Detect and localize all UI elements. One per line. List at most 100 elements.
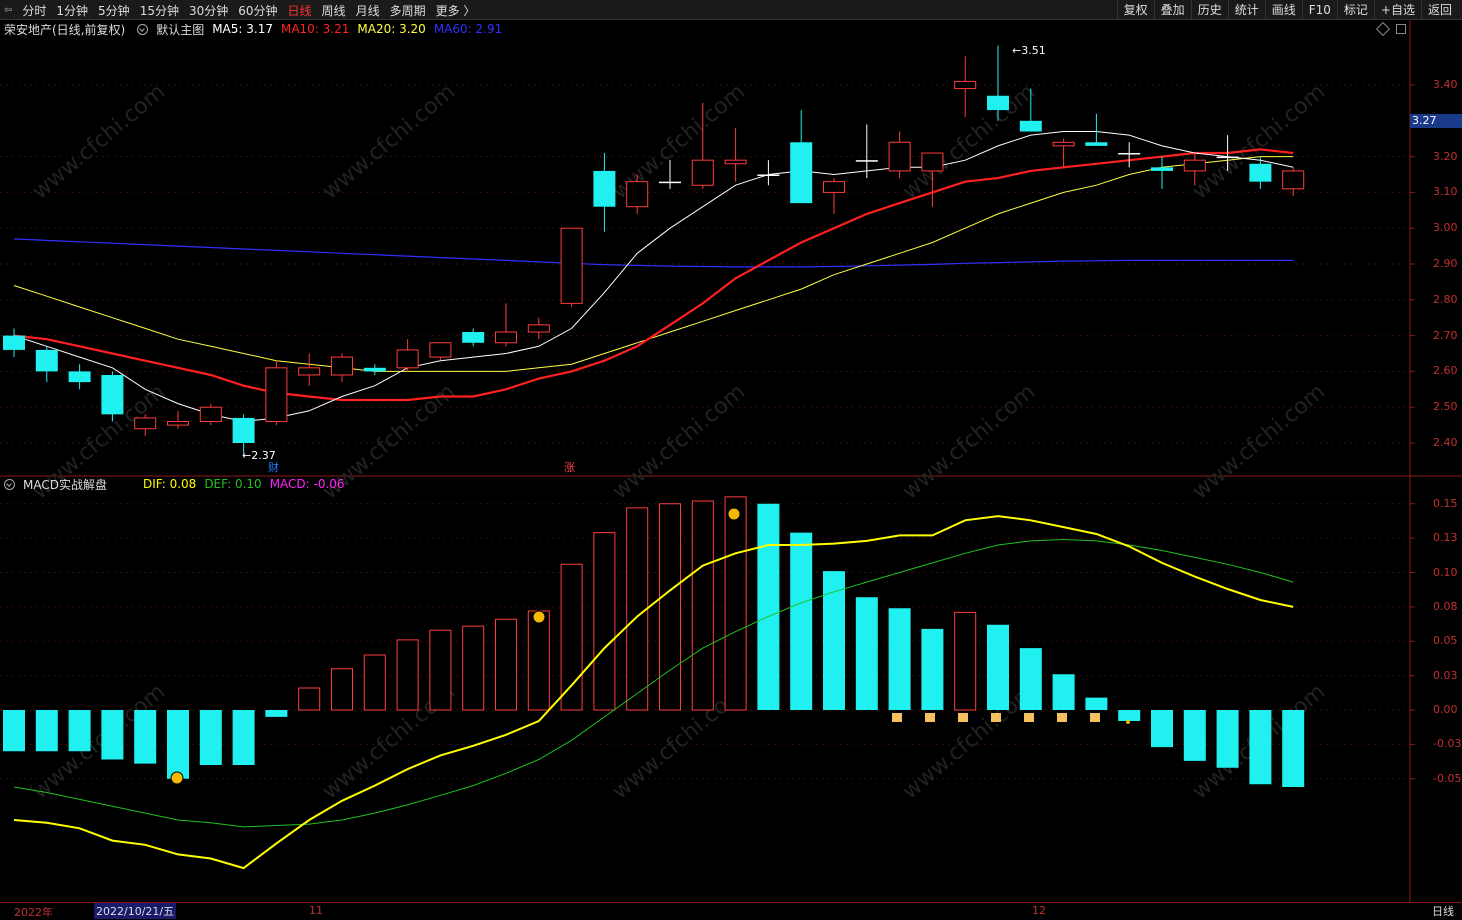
watermark: www.cfchi.com <box>898 379 1040 504</box>
candle-body <box>232 417 255 443</box>
watermark: www.cfchi.com <box>608 379 750 504</box>
month-tick: 12 <box>1032 904 1046 917</box>
macd-bar <box>757 503 780 710</box>
macd-bar <box>855 597 878 710</box>
chevron-down-icon[interactable] <box>137 23 149 35</box>
macd-bar <box>987 624 1009 710</box>
macd-tick-label: 0.03 <box>1433 668 1458 682</box>
price-tick-label: 3.20 <box>1433 149 1458 163</box>
candle-body <box>626 181 649 208</box>
sell-flag-icon <box>1090 713 1100 722</box>
macd-bar <box>1085 697 1108 710</box>
stock-name[interactable]: 荣安地产(日线,前复权) <box>0 21 125 38</box>
candle-body <box>3 335 25 350</box>
candle-body <box>68 371 91 383</box>
ma20-value: MA20: 3.20 <box>357 22 426 36</box>
price-tick-label: 2.50 <box>1433 400 1458 414</box>
macd-bar <box>199 710 222 765</box>
macd-bar <box>298 687 321 711</box>
sell-flag-icon <box>1057 713 1067 722</box>
macd-bar <box>265 710 288 717</box>
date-axis: 2022年 2022/10/21/五 11 12 日线 <box>0 902 1462 919</box>
candle-body <box>888 141 911 172</box>
sell-flag-icon <box>892 713 902 722</box>
candle-body <box>1216 156 1239 159</box>
candle-body <box>987 95 1009 111</box>
price-tick-label: 2.60 <box>1433 364 1458 378</box>
candle-body <box>331 356 353 376</box>
macd-bar <box>1249 710 1272 785</box>
price-tick-label: 3.10 <box>1433 185 1458 199</box>
def-value: DEF: 0.10 <box>204 477 262 491</box>
macd-bar <box>1183 710 1206 761</box>
candle-body <box>855 160 878 162</box>
def-line <box>13 538 1294 828</box>
current-price-tag: 3.27 <box>1410 114 1462 128</box>
ma10-value: MA10: 3.21 <box>280 22 350 36</box>
candle-body <box>167 421 189 426</box>
candle-body <box>462 332 485 343</box>
price-tick-label: 2.70 <box>1433 328 1458 342</box>
candle-body <box>1052 141 1075 147</box>
main-chart-header: 荣安地产(日线,前复权) 默认主图 MA5: 3.17 MA10: 3.21 M… <box>0 21 502 37</box>
candle-body <box>593 170 616 207</box>
macd-tick-label: 0.08 <box>1433 599 1458 613</box>
watermark: www.cfchi.com <box>1188 379 1330 504</box>
macd-tick-label: -0.05 <box>1433 771 1462 785</box>
macd-bar <box>1052 674 1075 710</box>
macd-header: MACD实战解盘 DIF: 0.08 DEF: 0.10 MACD: -0.06 <box>0 476 345 492</box>
kline-chart-canvas[interactable]: www.cfchi.com www.cfchi.com www.cfchi.com w… <box>0 0 1462 917</box>
indicator-name[interactable]: MACD实战解盘 <box>23 476 107 493</box>
ma10-line <box>13 148 1294 402</box>
macd-tick-label: 0.10 <box>1433 565 1458 579</box>
candle-body <box>527 324 550 333</box>
candle-body <box>560 227 583 304</box>
month-tick: 11 <box>309 904 323 917</box>
sell-flag-icon <box>991 713 1001 722</box>
macd-bar <box>68 710 91 752</box>
macd-bar <box>331 668 353 711</box>
macd-bar <box>691 500 714 711</box>
macd-bar <box>560 563 583 711</box>
smile-face-icon <box>727 507 741 521</box>
macd-bar <box>429 629 452 711</box>
template-name[interactable]: 默认主图 <box>156 21 204 38</box>
macd-bar <box>954 611 977 711</box>
watermark: www.cfchi.com <box>28 79 170 204</box>
macd-bar <box>1118 710 1141 721</box>
chevron-down-icon[interactable] <box>4 478 15 490</box>
ma60-line <box>13 238 1294 268</box>
macd-bar <box>659 503 681 711</box>
macd-bar <box>101 710 124 760</box>
macd-bar <box>462 625 485 711</box>
candle-body <box>1249 163 1272 182</box>
candle-body <box>396 349 419 369</box>
candle-body <box>429 342 452 358</box>
candle-body <box>1282 170 1305 190</box>
ma5-value: MA5: 3.17 <box>212 22 273 36</box>
candle-body <box>1183 159 1206 172</box>
macd-value: MACD: -0.06 <box>269 477 345 491</box>
macd-bar <box>593 532 616 711</box>
macd-bar <box>888 608 911 710</box>
macd-bar <box>1282 710 1305 787</box>
expand-icon[interactable] <box>1396 24 1406 34</box>
macd-bar <box>134 710 157 764</box>
macd-bar <box>626 507 649 711</box>
macd-bar <box>232 710 255 765</box>
candle-body <box>1118 153 1141 155</box>
macd-bar <box>396 639 419 711</box>
macd-bar <box>35 710 58 752</box>
candle-body <box>265 367 288 423</box>
candle-body <box>823 181 845 193</box>
candle-body <box>199 406 222 423</box>
buy-flag-icon <box>532 610 546 624</box>
ma60-value: MA60: 2.91 <box>433 22 503 36</box>
macd-bar <box>921 628 944 710</box>
macd-bar <box>495 618 517 711</box>
candle-body <box>724 159 747 165</box>
macd-tick-label: -0.03 <box>1433 737 1462 751</box>
macd-bar <box>724 496 747 711</box>
high-price-label: ←3.51 <box>1012 44 1046 57</box>
macd-bar <box>1151 710 1173 748</box>
